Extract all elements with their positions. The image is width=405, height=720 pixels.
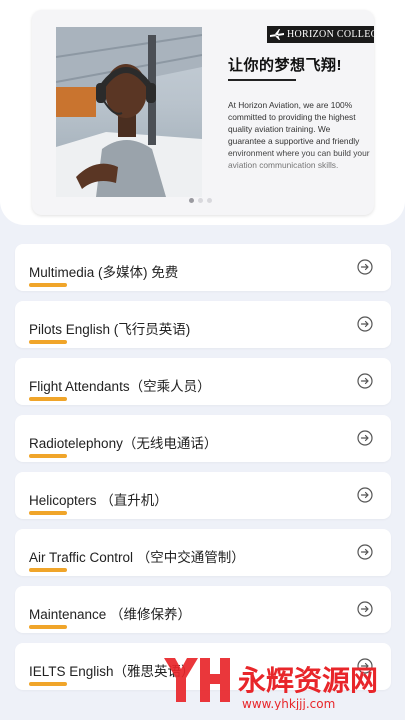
carousel-dot[interactable]	[207, 198, 212, 203]
course-item-pilots-english[interactable]: Pilots English (飞行员英语)	[15, 301, 391, 348]
plane-icon	[270, 29, 284, 40]
arrow-right-circle-icon[interactable]	[357, 487, 373, 503]
banner-carousel[interactable]: HORIZON COLLEGE 让你的梦想飞翔! At Horizon Avia…	[32, 10, 374, 215]
carousel-dot-active[interactable]	[189, 198, 194, 203]
site-watermark: 永辉资源网 www.yhkjjj.com	[164, 658, 378, 710]
course-label: Flight Attendants（空乘人员）	[29, 379, 211, 394]
course-label: Multimedia (多媒体) 免费	[29, 265, 179, 280]
course-list: Multimedia (多媒体) 免费 Pilots English (飞行员英…	[15, 244, 391, 700]
text-fade-overlay	[222, 150, 374, 190]
carousel-dot[interactable]	[198, 198, 203, 203]
accent-underline	[29, 568, 67, 572]
course-item-multimedia[interactable]: Multimedia (多媒体) 免费	[15, 244, 391, 291]
course-label: Radiotelephony（无线电通话）	[29, 436, 218, 451]
banner-container: HORIZON COLLEGE 让你的梦想飞翔! At Horizon Avia…	[0, 0, 405, 225]
course-item-radiotelephony[interactable]: Radiotelephony（无线电通话）	[15, 415, 391, 462]
arrow-right-circle-icon[interactable]	[357, 430, 373, 446]
watermark-url: www.yhkjjj.com	[242, 697, 335, 710]
pilot-photo	[56, 27, 202, 197]
watermark-brand: 永辉资源网	[238, 664, 378, 697]
course-label: Pilots English (飞行员英语)	[29, 322, 191, 337]
arrow-right-circle-icon[interactable]	[357, 259, 373, 275]
carousel-indicators	[189, 198, 212, 203]
accent-underline	[29, 283, 67, 287]
horizon-college-logo: HORIZON COLLEGE	[267, 26, 374, 43]
course-label: Helicopters （直升机）	[29, 493, 168, 508]
accent-underline	[29, 625, 67, 629]
course-item-maintenance[interactable]: Maintenance （维修保养）	[15, 586, 391, 633]
accent-underline	[29, 340, 67, 344]
arrow-right-circle-icon[interactable]	[357, 544, 373, 560]
accent-underline	[29, 682, 67, 686]
accent-underline	[29, 511, 67, 515]
course-item-flight-attendants[interactable]: Flight Attendants（空乘人员）	[15, 358, 391, 405]
course-item-air-traffic-control[interactable]: Air Traffic Control （空中交通管制）	[15, 529, 391, 576]
logo-text: HORIZON COLLEGE	[287, 29, 374, 40]
title-divider	[228, 79, 296, 81]
course-label: Air Traffic Control （空中交通管制）	[29, 550, 245, 565]
course-item-helicopters[interactable]: Helicopters （直升机）	[15, 472, 391, 519]
accent-underline	[29, 397, 67, 401]
banner-title: 让你的梦想飞翔!	[228, 57, 342, 74]
arrow-right-circle-icon[interactable]	[357, 316, 373, 332]
course-label: Maintenance （维修保养）	[29, 607, 192, 622]
arrow-right-circle-icon[interactable]	[357, 373, 373, 389]
arrow-right-circle-icon[interactable]	[357, 601, 373, 617]
accent-underline	[29, 454, 67, 458]
